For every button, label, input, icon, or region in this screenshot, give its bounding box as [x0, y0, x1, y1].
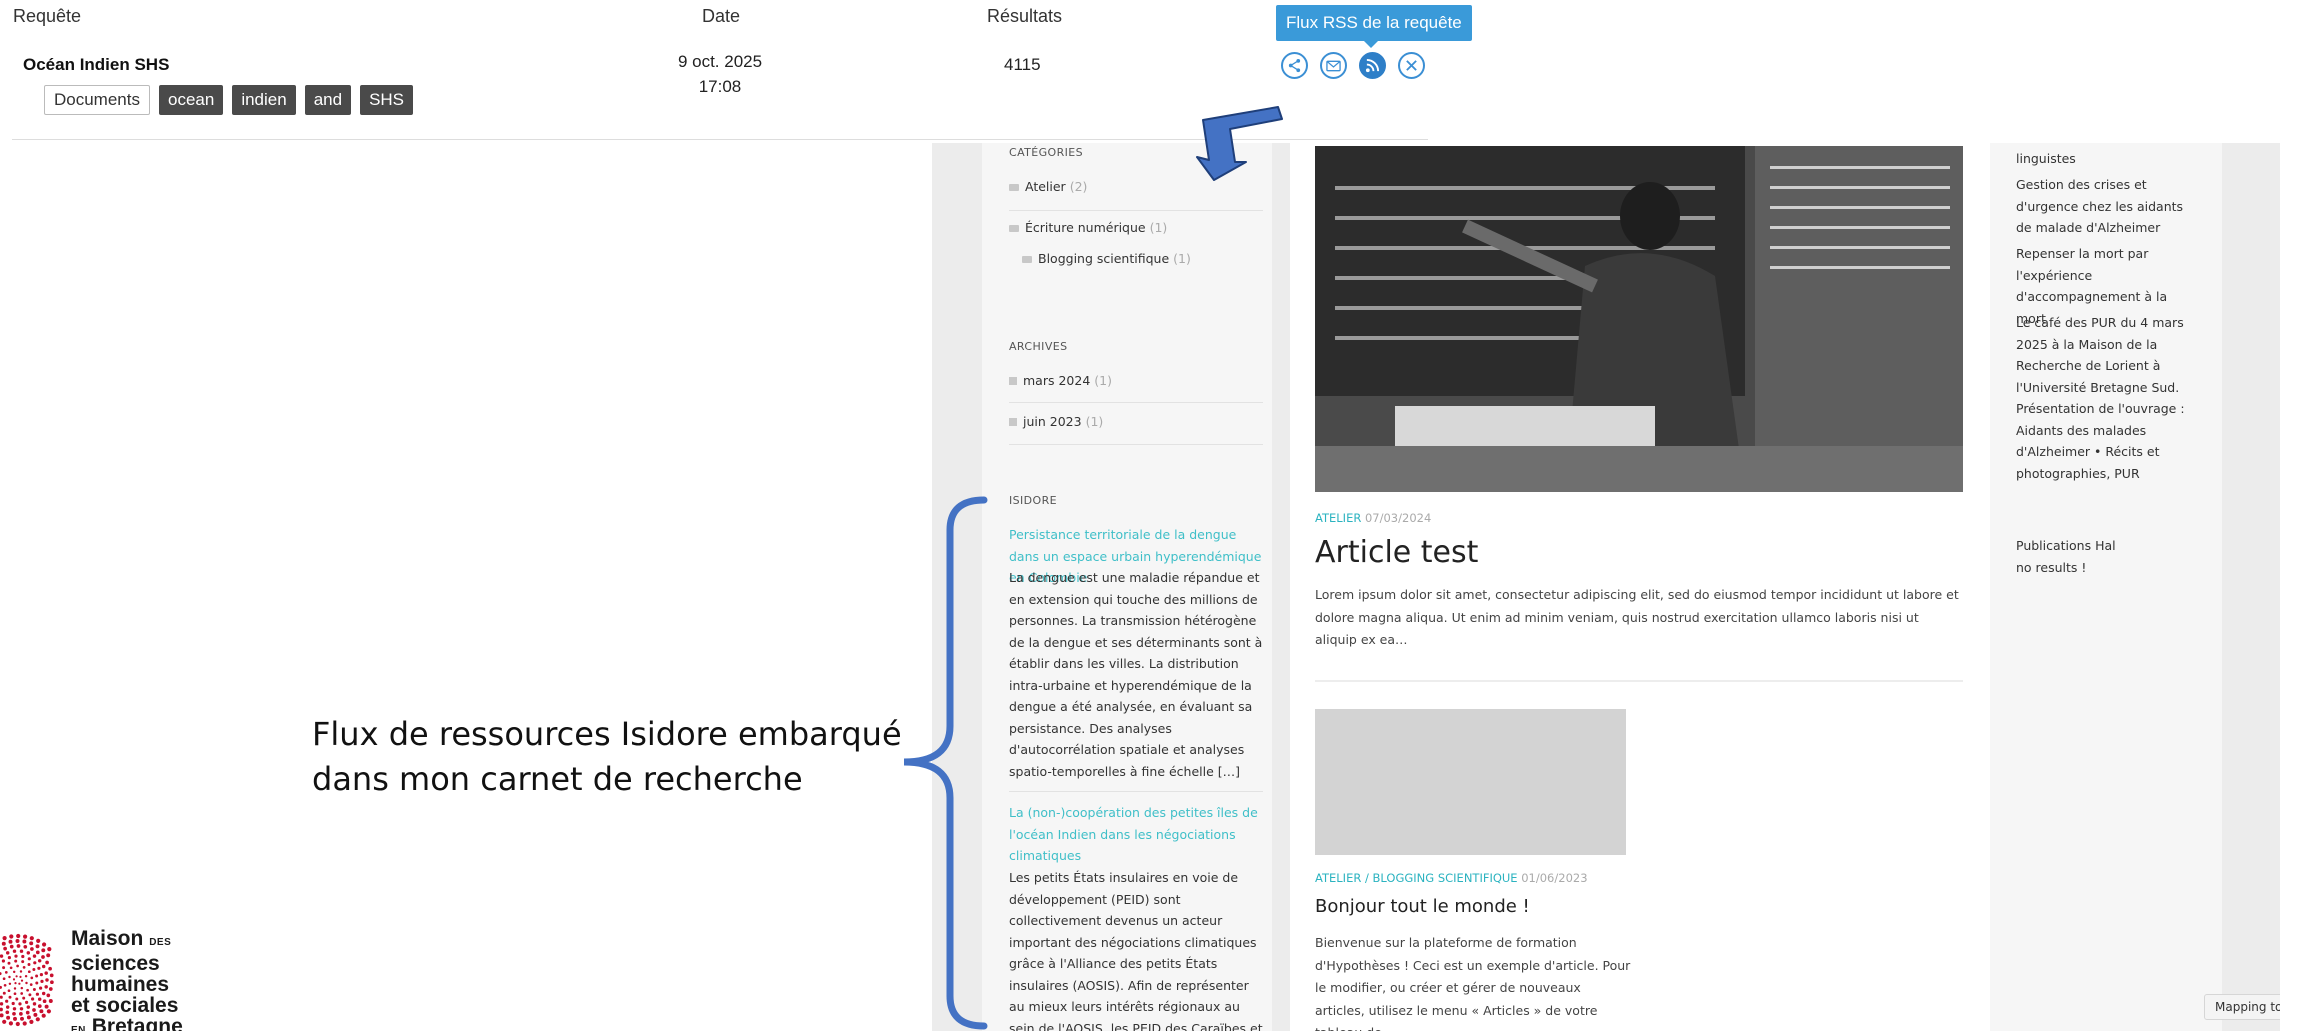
post-category-link[interactable]: ATELIER / BLOGGING SCIENTIFIQUE — [1315, 871, 1518, 885]
blog-main-content: ATELIER 07/03/2024 Article test Lorem ip… — [1290, 143, 1990, 1031]
rss-button[interactable] — [1359, 52, 1386, 79]
header-query: Requête — [13, 6, 82, 26]
hal-title: Publications Hal — [2016, 538, 2116, 553]
rss-icon — [1365, 58, 1380, 73]
query-date-day: 9 oct. 2025 — [677, 52, 763, 71]
category-item[interactable]: Atelier (2) — [1009, 179, 1087, 194]
tag-documents[interactable]: Documents — [44, 85, 150, 115]
tag-and[interactable]: and — [304, 85, 352, 115]
email-button[interactable] — [1320, 52, 1347, 79]
curly-bracket-icon — [903, 496, 988, 1030]
archives-title: ARCHIVES — [1009, 340, 1068, 353]
tag-shs[interactable]: SHS — [360, 85, 414, 115]
folder-icon — [1022, 256, 1032, 263]
folder-icon — [1009, 225, 1019, 232]
isidore-item-text: Les petits États insulaires en voie de d… — [1009, 870, 1263, 1031]
email-icon — [1326, 60, 1341, 71]
share-button[interactable] — [1281, 52, 1308, 79]
rss-tooltip: Flux RSS de la requête — [1276, 5, 1472, 48]
folder-icon — [1009, 184, 1019, 191]
categories-title: CATÉGORIES — [1009, 146, 1084, 159]
query-date-time: 17:08 — [698, 77, 742, 96]
post-date: 01/06/2023 — [1521, 871, 1588, 885]
header-date: Date — [702, 6, 741, 26]
archive-item[interactable]: mars 2024 (1) — [1009, 373, 1112, 388]
close-icon — [1406, 60, 1417, 71]
divider — [1009, 791, 1263, 792]
archive-item[interactable]: juin 2023 (1) — [1009, 414, 1103, 429]
divider — [1009, 402, 1263, 403]
query-results-count: 4115 — [1004, 55, 1041, 74]
post-featured-image[interactable] — [1315, 146, 1963, 492]
post-date: 07/03/2024 — [1364, 511, 1432, 525]
category-item[interactable]: Blogging scientifique (1) — [1022, 251, 1191, 266]
post-category-link[interactable]: ATELIER — [1315, 511, 1361, 525]
annotation-text: Flux de ressources Isidore embarqué dans… — [312, 712, 902, 802]
post-meta: ATELIER / BLOGGING SCIENTIFIQUE 01/06/20… — [1315, 871, 1588, 885]
hal-results: no results ! — [2016, 560, 2087, 575]
blog-right-sidebar: linguistes Gestion des crises et d'urgen… — [1990, 143, 2222, 1031]
query-name[interactable]: Océan Indien SHS — [23, 55, 169, 75]
header-results: Résultats — [987, 6, 1063, 26]
computer-photo-image — [1315, 146, 1963, 492]
isidore-item-text: La dengue est une maladie répandue et en… — [1009, 570, 1263, 779]
sidebar-link[interactable]: Le café des PUR du 4 mars 2025 à la Mais… — [2016, 312, 2196, 484]
tag-indien[interactable]: indien — [232, 85, 296, 115]
query-date: 9 oct. 2025 17:08 — [660, 49, 780, 99]
post-title[interactable]: Article test — [1315, 535, 1478, 570]
blog-screenshot: CATÉGORIES Atelier (2) Écriture numériqu… — [932, 143, 2280, 1031]
calendar-icon — [1009, 418, 1017, 426]
post-meta: ATELIER 07/03/2024 — [1315, 511, 1431, 525]
post-divider — [1315, 680, 1963, 682]
category-item[interactable]: Écriture numérique (1) — [1009, 220, 1167, 235]
annotation-line: Flux de ressources Isidore embarqué — [312, 715, 902, 753]
calendar-icon — [1009, 377, 1017, 385]
post-thumbnail-placeholder[interactable] — [1315, 709, 1626, 855]
post-title[interactable]: Bonjour tout le monde ! — [1315, 896, 1530, 917]
mapping-button[interactable]: Mapping to — [2204, 994, 2280, 1020]
logo-text: Maison DES sciences humaines et sociales… — [71, 927, 183, 1031]
annotation-line: dans mon carnet de recherche — [312, 760, 803, 798]
query-actions — [1281, 52, 1425, 79]
post-excerpt: Bienvenue sur la plateforme de formation… — [1315, 935, 1631, 1031]
share-icon — [1288, 58, 1301, 73]
post-excerpt: Lorem ipsum dolor sit amet, consectetur … — [1315, 587, 1959, 647]
divider — [1009, 210, 1263, 211]
blog-left-sidebar: CATÉGORIES Atelier (2) Écriture numériqu… — [982, 143, 1272, 1031]
query-tags: Documents ocean indien and SHS — [44, 85, 414, 115]
isidore-item-title[interactable]: La (non-)coopération des petites îles de… — [1009, 802, 1265, 867]
sidebar-link[interactable]: Gestion des crises et d'urgence chez les… — [2016, 174, 2196, 239]
sidebar-link[interactable]: linguistes — [2016, 148, 2196, 170]
isidore-title: ISIDORE — [1009, 494, 1057, 507]
tag-ocean[interactable]: ocean — [158, 85, 224, 115]
pointer-arrow-icon — [1196, 106, 1283, 181]
delete-button[interactable] — [1398, 52, 1425, 79]
divider — [1009, 444, 1263, 445]
